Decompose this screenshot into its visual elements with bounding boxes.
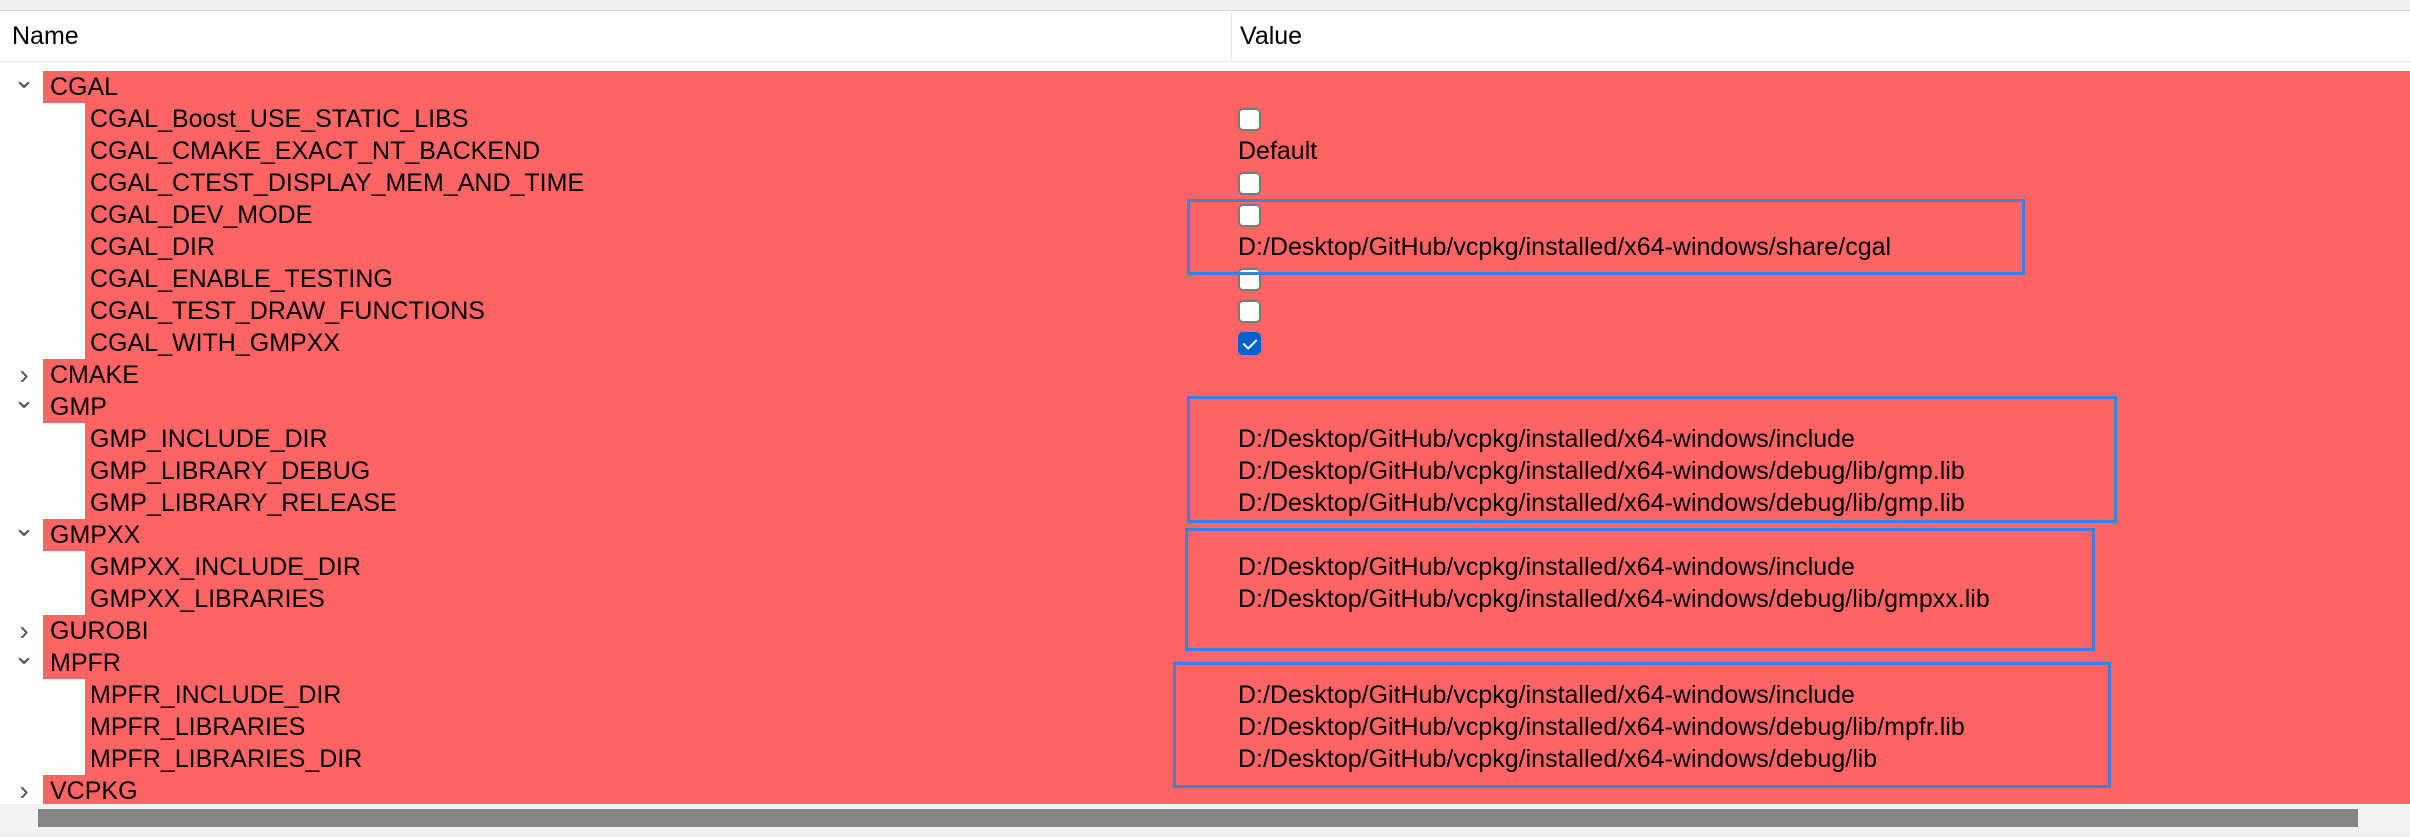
entry-name: VCPKG [50, 777, 138, 805]
row-highlight [43, 71, 2410, 103]
entry-row[interactable]: MPFR_INCLUDE_DIR D:/Desktop/GitHub/vcpkg/… [0, 679, 2410, 711]
entry-name: MPFR_INCLUDE_DIR [90, 681, 342, 709]
value-checkbox[interactable] [1238, 268, 1261, 291]
entry-name: CGAL_CTEST_DISPLAY_MEM_AND_TIME [90, 169, 585, 197]
entry-row[interactable]: GMPXX_INCLUDE_DIR D:/Desktop/GitHub/vcpkg… [0, 551, 2410, 583]
group-row[interactable]: ⌄ GMP [0, 384, 2410, 423]
entry-name: CGAL_TEST_DRAW_FUNCTIONS [90, 297, 485, 325]
entry-name: GUROBI [50, 617, 149, 645]
entry-name: CGAL_DIR [90, 233, 216, 261]
horizontal-scrollbar[interactable] [0, 804, 2410, 832]
entry-name: MPFR_LIBRARIES [90, 713, 306, 741]
row-highlight [43, 647, 2410, 679]
entry-value[interactable]: D:/Desktop/GitHub/vcpkg/installed/x64-wi… [1238, 679, 1855, 711]
chevron-right-icon[interactable]: › [12, 775, 36, 807]
entry-value[interactable]: D:/Desktop/GitHub/vcpkg/installed/x64-wi… [1238, 231, 1891, 263]
entry-name: MPFR_LIBRARIES_DIR [90, 745, 363, 773]
entry-value[interactable]: D:/Desktop/GitHub/vcpkg/installed/x64-wi… [1238, 487, 1965, 519]
group-row[interactable]: ⌄ MPFR [0, 640, 2410, 679]
entry-row[interactable]: GMP_LIBRARY_DEBUG D:/Desktop/GitHub/vcpkg… [0, 455, 2410, 487]
entry-row[interactable]: MPFR_LIBRARIES D:/Desktop/GitHub/vcpkg/in… [0, 711, 2410, 743]
entry-row[interactable]: CGAL_DEV_MODE [0, 199, 2410, 231]
value-checkbox[interactable] [1238, 204, 1261, 227]
entry-value[interactable]: D:/Desktop/GitHub/vcpkg/installed/x64-wi… [1238, 583, 1990, 615]
row-highlight [43, 359, 2410, 391]
entry-row[interactable]: CGAL_WITH_GMPXX [0, 327, 2410, 359]
entry-value[interactable]: D:/Desktop/GitHub/vcpkg/installed/x64-wi… [1238, 423, 1855, 455]
entry-name: GMP_LIBRARY_RELEASE [90, 489, 397, 517]
name-column-header[interactable]: Name [12, 21, 79, 51]
chevron-down-icon[interactable]: ⌄ [12, 63, 36, 95]
value-checkbox[interactable] [1238, 108, 1261, 131]
value-column-header[interactable]: Value [1240, 21, 1302, 51]
entry-value[interactable]: D:/Desktop/GitHub/vcpkg/installed/x64-wi… [1238, 743, 1877, 775]
entry-row[interactable]: CGAL_CMAKE_EXACT_NT_BACKEND Default [0, 135, 2410, 167]
group-row[interactable]: › GUROBI [0, 615, 2410, 647]
entry-value[interactable]: D:/Desktop/GitHub/vcpkg/installed/x64-wi… [1238, 455, 1965, 487]
entry-name: GMPXX_LIBRARIES [90, 585, 325, 613]
chevron-down-icon[interactable]: ⌄ [12, 511, 36, 543]
entry-name: CGAL_Boost_USE_STATIC_LIBS [90, 105, 469, 133]
entry-name: CGAL_CMAKE_EXACT_NT_BACKEND [90, 137, 541, 165]
entry-row[interactable]: CGAL_DIR D:/Desktop/GitHub/vcpkg/installe… [0, 231, 2410, 263]
entry-row[interactable]: CGAL_ENABLE_TESTING [0, 263, 2410, 295]
chevron-down-icon[interactable]: ⌄ [12, 383, 36, 415]
group-row[interactable]: › VCPKG [0, 775, 2410, 807]
entry-row[interactable]: GMP_INCLUDE_DIR D:/Desktop/GitHub/vcpkg/i… [0, 423, 2410, 455]
entry-row[interactable]: CGAL_Boost_USE_STATIC_LIBS [0, 103, 2410, 135]
scrollbar-thumb[interactable] [38, 809, 2358, 827]
entry-name: MPFR [50, 649, 121, 677]
group-row[interactable]: › CMAKE [0, 359, 2410, 391]
entry-value[interactable]: D:/Desktop/GitHub/vcpkg/installed/x64-wi… [1238, 551, 1855, 583]
entry-row[interactable]: MPFR_LIBRARIES_DIR D:/Desktop/GitHub/vcpk… [0, 743, 2410, 775]
group-row[interactable]: ⌄ GMPXX [0, 512, 2410, 551]
entry-row[interactable]: CGAL_TEST_DRAW_FUNCTIONS [0, 295, 2410, 327]
entry-value[interactable]: Default [1238, 135, 1317, 167]
entry-row[interactable]: CGAL_CTEST_DISPLAY_MEM_AND_TIME [0, 167, 2410, 199]
row-highlight [43, 391, 2410, 423]
row-highlight [43, 615, 2410, 647]
entry-value[interactable]: D:/Desktop/GitHub/vcpkg/installed/x64-wi… [1238, 711, 1965, 743]
entry-name: CGAL_WITH_GMPXX [90, 329, 341, 357]
entry-name: CGAL [50, 73, 119, 101]
chevron-down-icon[interactable]: ⌄ [12, 639, 36, 671]
entry-row[interactable]: GMPXX_LIBRARIES D:/Desktop/GitHub/vcpkg/i… [0, 583, 2410, 615]
entry-name: GMP_INCLUDE_DIR [90, 425, 328, 453]
value-checkbox[interactable] [1238, 332, 1261, 355]
value-checkbox[interactable] [1238, 300, 1261, 323]
entry-name: CMAKE [50, 361, 139, 389]
entry-name: CGAL_DEV_MODE [90, 201, 313, 229]
cmake-cache-table: Name Value ⌄ CGAL CGAL_Boost_USE_STATIC_LI… [0, 10, 2410, 832]
row-highlight [43, 519, 2410, 551]
entry-name: GMP [50, 393, 107, 421]
entry-name: GMPXX_INCLUDE_DIR [90, 553, 361, 581]
table-header: Name Value [0, 11, 2410, 62]
entry-name: GMP_LIBRARY_DEBUG [90, 457, 371, 485]
value-checkbox[interactable] [1238, 172, 1261, 195]
entry-row[interactable]: GMP_LIBRARY_RELEASE D:/Desktop/GitHub/vcp… [0, 487, 2410, 519]
column-divider[interactable] [1231, 13, 1232, 59]
group-row[interactable]: ⌄ CGAL [0, 64, 2410, 103]
entry-name: GMPXX [50, 521, 141, 549]
row-highlight [43, 775, 2410, 807]
entry-name: CGAL_ENABLE_TESTING [90, 265, 393, 293]
